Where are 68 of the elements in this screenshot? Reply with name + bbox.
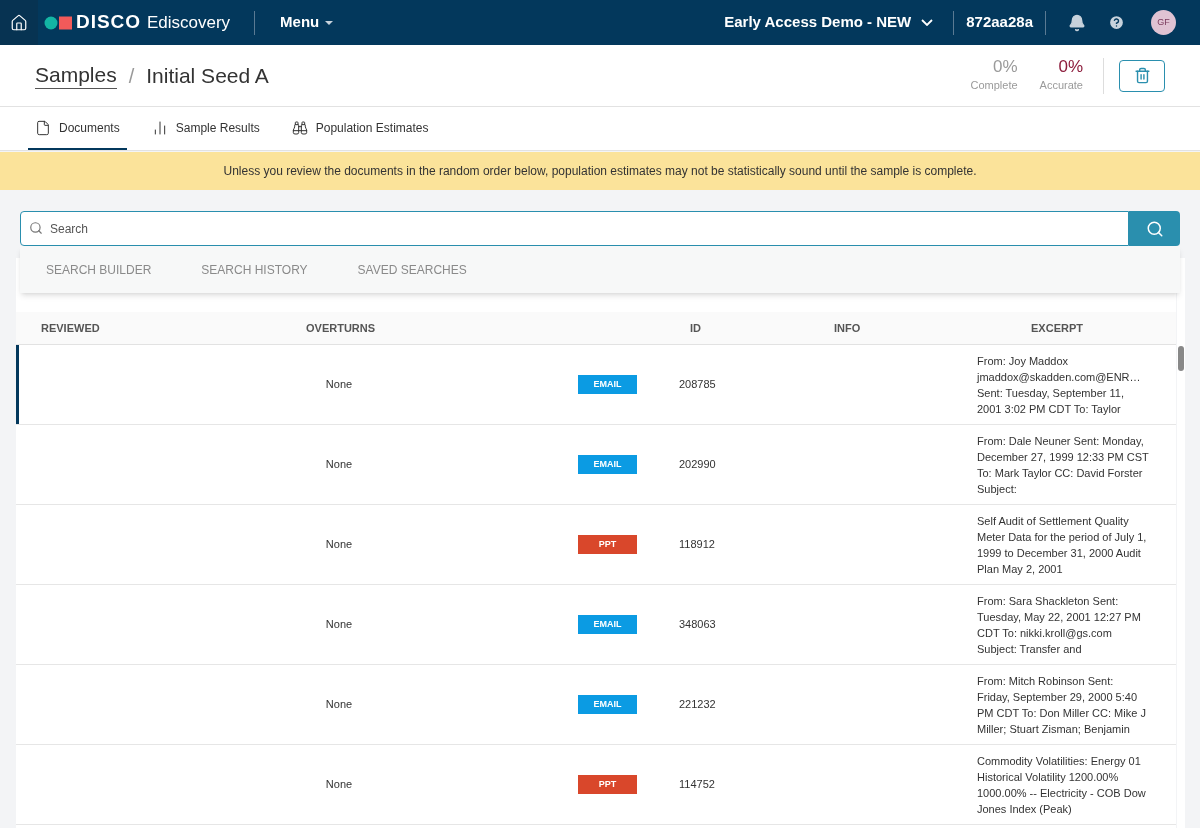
table-row[interactable]: None EMAIL 348063 From: Sara Shackleton Sent: Tuesday, May 22, 2001 12:27 PM CDT To: nikki.kroll@gs.com Subject: Transfer and	[16, 585, 1176, 665]
file-type-badge: PPT	[578, 775, 637, 794]
column-header: EXCERPT	[1030, 320, 1084, 336]
file-type-badge: EMAIL	[578, 615, 637, 634]
stat-label: Complete	[970, 78, 1018, 94]
help-icon	[1108, 14, 1125, 31]
id-cell-text: 348063	[679, 617, 717, 633]
warning-banner: Unless you review the documents in the random order below, population estimates may not be statistically sound until the sample is complete.	[0, 152, 1200, 190]
help-button[interactable]	[1108, 14, 1125, 31]
trash-icon	[1133, 67, 1151, 84]
overturns-cell-text: None	[324, 697, 354, 713]
binoculars-icon	[291, 119, 308, 136]
excerpt-cell-text: From: Dale Neuner Sent: Monday, December 27, 1999 12:33 PM CST To: Mark Taylor CC: David Forster Subject:	[977, 433, 1149, 497]
excerpt-cell-text: From: Sara Shackleton Sent: Tuesday, May 22, 2001 12:27 PM CDT To: nikki.kroll@gs.com Subject: Transfer and	[977, 593, 1142, 657]
excerpt-cell-text: From: Mitch Robinson Sent: Friday, September 29, 2000 5:40 PM CDT To: Don Miller CC: Mike J Miller; Stuart Zisman; Benjamin	[977, 673, 1147, 737]
excerpt-cell-text: Commodity Volatilities: Energy 01 Historical Volatility 1200.00% 1000.00% -- Electricity - COB Dow Jones Index (Peak)	[977, 753, 1147, 817]
file-type-badge: EMAIL	[578, 695, 637, 714]
breadcrumb-link[interactable]: Samples	[35, 62, 117, 89]
overturns-cell-text: None	[324, 457, 354, 473]
search-field[interactable]: Search	[20, 211, 1129, 246]
case-id: 872aa28a	[965, 12, 1034, 33]
stat-label: Accurate	[1039, 78, 1083, 94]
delete-button[interactable]	[1119, 59, 1165, 92]
file-type-badge: EMAIL	[578, 375, 637, 394]
tab[interactable]: Sample Results	[144, 107, 267, 150]
caret-icon	[325, 20, 334, 25]
breadcrumb-separator: /	[128, 63, 135, 89]
search-icon	[1145, 219, 1164, 238]
workspace-dropdown[interactable]: Early Access Demo - NEW	[714, 0, 944, 45]
bell-icon	[1068, 13, 1086, 32]
notifications-button[interactable]	[1068, 13, 1086, 32]
stat-value: 0%	[1058, 57, 1083, 78]
table-row[interactable]: None EMAIL 208785 From: Joy Maddox jmaddox@skadden.com@ENR… Sent: Tuesday, September 11, 2001 3:02 PM CDT To: Taylor	[16, 345, 1176, 425]
file-type-badge: PPT	[578, 535, 637, 554]
overturns-cell-text: None	[324, 617, 354, 633]
search-icon	[29, 221, 43, 235]
chevron-down-icon	[921, 19, 934, 26]
id-cell-text: 221232	[679, 697, 717, 713]
table-row[interactable]: None EMAIL 221232 From: Mitch Robinson Sent: Friday, September 29, 2000 5:40 PM CDT To: Don Miller CC: Mike J Miller; Stuart Zisman; Benjamin	[16, 665, 1176, 745]
excerpt-cell-text: Self Audit of Settlement Quality Meter Data for the period of July 1, 1999 to December 31, 2000 Audit Plan May 2, 2001	[977, 513, 1148, 577]
id-cell-text: 114752	[679, 777, 716, 793]
id-cell-text: 202990	[679, 457, 717, 473]
table-row[interactable]: None EMAIL 202990 From: Dale Neuner Sent: Monday, December 27, 1999 12:33 PM CST To: Mark Taylor CC: David Forster Subject:	[16, 425, 1176, 505]
column-header: INFO	[834, 320, 862, 336]
column-header: OVERTURNS	[306, 320, 377, 336]
column-header: REVIEWED	[41, 320, 101, 336]
search-button[interactable]	[1129, 211, 1180, 246]
menu-button[interactable]: Menu	[280, 11, 334, 34]
excerpt-cell-text: From: Joy Maddox jmaddox@skadden.com@ENR… Sent: Tuesday, September 11, 2001 3:02 PM CDT To: Taylor	[977, 353, 1142, 417]
overturns-cell-text: None	[324, 777, 354, 793]
column-header: ID	[690, 320, 702, 336]
file-icon	[35, 119, 51, 136]
id-cell-text: 208785	[679, 377, 717, 393]
stat-value: 0%	[993, 57, 1018, 78]
product-name: Ediscovery	[146, 11, 231, 34]
table-row[interactable]: None PPT 118912 Self Audit of Settlement Quality Meter Data for the period of July 1, 1999 to December 31, 2000 Audit Plan May 2, 2001	[16, 505, 1176, 585]
table-row[interactable]: None PPT 114752 Commodity Volatilities: Energy 01 Historical Volatility 1200.00% 1000.00% -- Electricity - COB Dow Jones Index (Peak)	[16, 745, 1176, 825]
page-title: Initial Seed A	[146, 62, 269, 89]
home-button[interactable]	[0, 0, 38, 45]
home-icon	[10, 13, 28, 32]
overturns-cell-text: None	[324, 377, 354, 393]
user-avatar[interactable]: GF	[1151, 10, 1176, 35]
file-type-badge: EMAIL	[578, 455, 637, 474]
id-cell-text: 118912	[679, 537, 716, 553]
brand-name: DISCO	[76, 10, 141, 35]
overturns-cell-text: None	[324, 537, 354, 553]
tab[interactable]: Population Estimates	[284, 107, 436, 150]
tab[interactable]: Documents	[28, 107, 127, 150]
